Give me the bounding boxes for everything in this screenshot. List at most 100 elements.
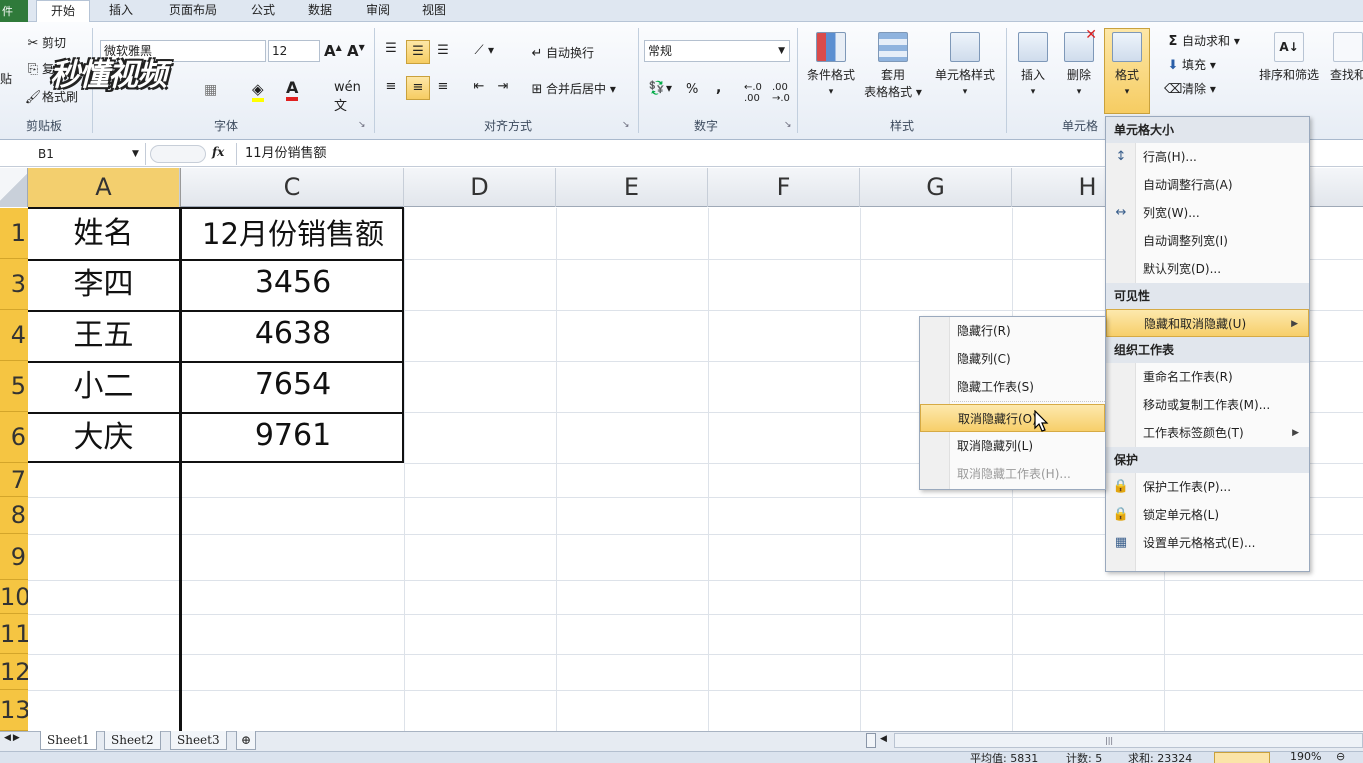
tab-data[interactable]: 数据 xyxy=(300,0,340,22)
phonetic-icon[interactable]: wén 文 xyxy=(334,80,361,114)
sort-filter-button[interactable]: A↓ 排序和筛选 xyxy=(1254,32,1324,83)
menu-item-unhide-columns[interactable]: 取消隐藏列(L) xyxy=(920,432,1105,460)
column-header-f[interactable]: F xyxy=(708,168,860,207)
number-format-combo[interactable]: 常规 ▼ xyxy=(644,40,790,62)
menu-item-row-height[interactable]: ↕ 行高(H)... xyxy=(1106,143,1309,171)
indent-increase-icon[interactable]: ⇥ xyxy=(494,78,512,96)
paste-button[interactable]: 贴 xyxy=(0,70,12,87)
tab-home[interactable]: 开始 xyxy=(36,0,90,23)
align-right-icon[interactable]: ≡ xyxy=(434,78,452,96)
indent-decrease-icon[interactable]: ⇤ xyxy=(470,78,488,96)
column-header-a[interactable]: A xyxy=(28,168,180,207)
cell-a1[interactable]: 姓名 xyxy=(28,210,179,258)
comma-button[interactable]: , xyxy=(716,80,721,96)
alignment-dialog-launcher-icon[interactable]: ↘ xyxy=(622,120,630,130)
cell-a3[interactable]: 李四 xyxy=(28,261,179,309)
format-cells-button[interactable]: 格式 ▾ xyxy=(1104,28,1150,114)
align-top-icon[interactable]: ☰ xyxy=(382,40,400,58)
row-header-3[interactable]: 3 xyxy=(0,259,28,310)
menu-item-protect-sheet[interactable]: 🔒 保护工作表(P)... xyxy=(1106,473,1309,501)
align-bottom-icon[interactable]: ☰ xyxy=(434,42,452,60)
cell-c4[interactable]: 4638 xyxy=(182,310,404,358)
tab-split-handle[interactable] xyxy=(866,733,876,748)
format-as-table-button[interactable]: 套用 表格格式 ▾ xyxy=(860,32,926,100)
view-buttons-icon[interactable] xyxy=(1214,752,1270,763)
row-header-13[interactable]: 13 xyxy=(0,690,28,731)
clear-button[interactable]: ⌫清除 ▾ xyxy=(1164,80,1216,99)
tab-review[interactable]: 审阅 xyxy=(358,0,398,22)
sheet-tab-2[interactable]: Sheet2 xyxy=(104,731,161,750)
cell-a4[interactable]: 王五 xyxy=(28,312,179,360)
accounting-format-icon[interactable]: 💱▾ xyxy=(648,80,672,98)
fill-button[interactable]: ⬇ 填充 ▾ xyxy=(1164,56,1216,75)
menu-item-hide-unhide[interactable]: 隐藏和取消隐藏(U) ▶ xyxy=(1106,309,1309,337)
row-header-10[interactable]: 10 xyxy=(0,580,28,614)
delete-cells-button[interactable]: ✕ 删除 ▾ xyxy=(1058,27,1100,97)
row-header-1[interactable]: 1 xyxy=(0,208,28,259)
file-tab[interactable]: 件 xyxy=(0,0,28,22)
tab-view[interactable]: 视图 xyxy=(414,0,454,22)
menu-item-rename-sheet[interactable]: 重命名工作表(R) xyxy=(1106,363,1309,391)
align-left-icon[interactable]: ≡ xyxy=(382,78,400,96)
cell-a5[interactable]: 小二 xyxy=(28,363,179,411)
autosum-button[interactable]: Σ 自动求和 ▾ xyxy=(1164,32,1240,51)
menu-item-hide-sheet[interactable]: 隐藏工作表(S) xyxy=(920,373,1105,401)
menu-item-column-width[interactable]: ↔ 列宽(W)... xyxy=(1106,199,1309,227)
insert-function-icon[interactable]: fx xyxy=(212,145,224,159)
cell-c3[interactable]: 3456 xyxy=(182,259,404,307)
percent-button[interactable]: % xyxy=(686,82,698,97)
sheet-tab-3[interactable]: Sheet3 xyxy=(170,731,227,750)
menu-item-format-cells[interactable]: ▦ 设置单元格格式(E)... xyxy=(1106,529,1309,557)
zoom-out-icon[interactable]: ⊖ xyxy=(1336,752,1345,763)
column-header-d[interactable]: D xyxy=(404,168,556,207)
row-header-5[interactable]: 5 xyxy=(0,361,28,412)
row-header-9[interactable]: 9 xyxy=(0,534,28,580)
horizontal-scrollbar[interactable]: ||| xyxy=(894,733,1363,748)
fill-color-icon[interactable]: ◈ xyxy=(252,80,264,102)
scroll-left-icon[interactable]: ◀ xyxy=(880,734,887,744)
zoom-level[interactable]: 190% xyxy=(1290,752,1321,763)
increase-decimal-icon[interactable]: ←.0.00 xyxy=(744,82,762,104)
column-header-c[interactable]: C xyxy=(180,168,404,207)
menu-item-tab-color[interactable]: 工作表标签颜色(T) ▶ xyxy=(1106,419,1309,447)
row-header-7[interactable]: 7 xyxy=(0,463,28,497)
font-color-icon[interactable]: A xyxy=(286,78,299,101)
menu-item-autofit-row[interactable]: 自动调整行高(A) xyxy=(1106,171,1309,199)
insert-cells-button[interactable]: 插入 ▾ xyxy=(1012,32,1054,97)
conditional-format-button[interactable]: 条件格式 ▾ xyxy=(800,32,862,97)
decrease-decimal-icon[interactable]: .00 →.0 xyxy=(772,82,790,104)
menu-item-unhide-rows[interactable]: 取消隐藏行(O) xyxy=(920,404,1105,432)
menu-item-move-copy[interactable]: 移动或复制工作表(M)... xyxy=(1106,391,1309,419)
column-header-e[interactable]: E xyxy=(556,168,708,207)
formula-bar-resize-handle[interactable] xyxy=(150,145,206,163)
grow-font-icon[interactable]: A▲ A▼ xyxy=(324,42,365,60)
sheet-nav-arrows-icon[interactable]: ◀▶ xyxy=(4,733,22,743)
align-middle-icon[interactable]: ☰ xyxy=(406,40,430,64)
cell-c6[interactable]: 9761 xyxy=(182,412,404,460)
font-size-combo[interactable]: 12 xyxy=(268,40,320,62)
row-header-4[interactable]: 4 xyxy=(0,310,28,361)
row-header-8[interactable]: 8 xyxy=(0,497,28,534)
border-icon[interactable]: ▦ xyxy=(204,82,217,98)
menu-item-hide-columns[interactable]: 隐藏列(C) xyxy=(920,345,1105,373)
menu-item-lock-cell[interactable]: 🔒 锁定单元格(L) xyxy=(1106,501,1309,529)
wrap-text-button[interactable]: ↵ 自动换行 xyxy=(528,44,594,63)
name-box[interactable]: B1 ▼ xyxy=(0,143,146,165)
insert-sheet-icon[interactable]: ⊕ xyxy=(236,731,257,750)
row-header-11[interactable]: 11 xyxy=(0,614,28,654)
cell-styles-button[interactable]: 单元格样式 ▾ xyxy=(928,32,1002,97)
align-center-icon[interactable]: ≡ xyxy=(406,76,430,100)
select-all-button[interactable] xyxy=(0,168,28,207)
menu-item-hide-rows[interactable]: 隐藏行(R) xyxy=(920,317,1105,345)
cell-c1[interactable]: 12月份销售额 xyxy=(182,210,404,258)
find-select-button[interactable]: 查找和 xyxy=(1326,32,1363,83)
tab-insert[interactable]: 插入 xyxy=(100,0,142,22)
row-header-6[interactable]: 6 xyxy=(0,412,28,463)
font-dialog-launcher-icon[interactable]: ↘ xyxy=(358,120,366,130)
cell-c5[interactable]: 7654 xyxy=(182,361,404,409)
number-dialog-launcher-icon[interactable]: ↘ xyxy=(784,120,792,130)
menu-item-autofit-column[interactable]: 自动调整列宽(I) xyxy=(1106,227,1309,255)
tab-formulas[interactable]: 公式 xyxy=(243,0,283,22)
orientation-icon[interactable]: ⟋ ▾ xyxy=(470,42,494,60)
merge-center-button[interactable]: ⊞ 合并后居中 ▾ xyxy=(528,80,616,99)
